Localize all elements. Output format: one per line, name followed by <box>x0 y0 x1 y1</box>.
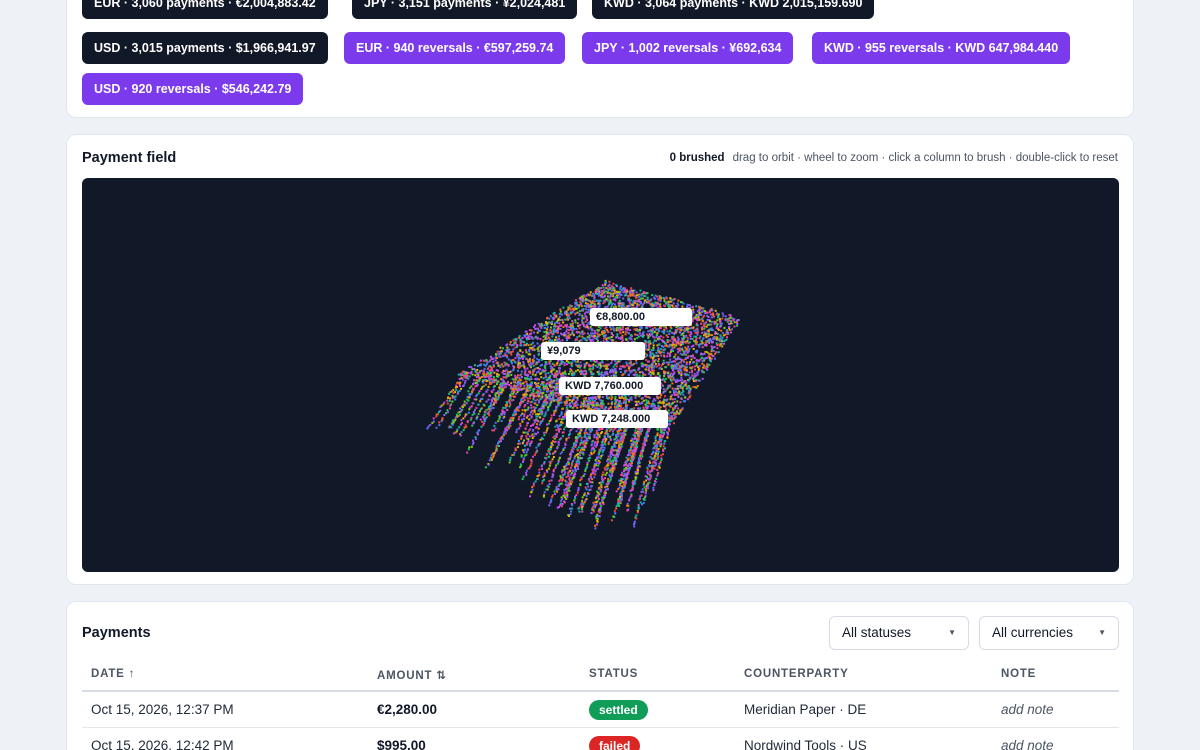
row-amount: $995.00 <box>377 738 426 750</box>
price-tag-kwd-1: KWD 7,760.000 <box>559 377 661 395</box>
chip-usd-payments[interactable]: USD · 3,015 payments · $1,966,941.97 <box>82 32 328 64</box>
add-note-link[interactable]: add note <box>1001 738 1054 750</box>
add-note-link[interactable]: add note <box>1001 702 1054 717</box>
payment-field-card: Payment field 0 brushed drag to orbit · w… <box>66 134 1134 585</box>
chip-eur-payments[interactable]: EUR · 3,060 payments · €2,004,883.42 <box>82 0 328 19</box>
price-tag-kwd-2: KWD 7,248.000 <box>566 410 668 428</box>
payment-field-title: Payment field <box>82 150 177 166</box>
row-counterparty: Meridian Paper · DE <box>744 702 867 717</box>
column-header-date[interactable]: DATE ↑ <box>91 668 135 680</box>
brushed-count: 0 brushed <box>669 152 725 164</box>
chevron-down-icon: ▼ <box>948 628 956 637</box>
currency-filter-select[interactable]: All currencies ▼ <box>979 616 1119 650</box>
point-cloud[interactable] <box>426 279 740 530</box>
column-header-counterparty: COUNTERPARTY <box>744 668 849 680</box>
column-header-status: STATUS <box>589 668 639 680</box>
field-meta: 0 brushed drag to orbit · wheel to zoom ·… <box>670 152 1118 164</box>
chip-kwd-payments[interactable]: KWD · 3,064 payments · KWD 2,015,159.690 <box>592 0 875 19</box>
chip-eur-reversals[interactable]: EUR · 940 reversals · €597,259.74 <box>344 32 566 64</box>
table-row[interactable]: Oct 15, 2026, 12:37 PM €2,280.00 settled… <box>82 692 1119 728</box>
row-date: Oct 15, 2026, 12:42 PM <box>91 738 234 750</box>
payments-card: Payments All statuses ▼ All currencies ▼… <box>66 601 1134 750</box>
column-header-amount[interactable]: AMOUNT ⇅ <box>377 668 447 682</box>
status-badge: failed <box>589 736 641 750</box>
row-date: Oct 15, 2026, 12:37 PM <box>91 702 234 717</box>
price-tag-jpy: ¥9,079 <box>541 342 645 360</box>
chip-kwd-reversals[interactable]: KWD · 955 reversals · KWD 647,984.440 <box>812 32 1071 64</box>
currency-filter-value: All currencies <box>992 625 1074 640</box>
payments-title: Payments <box>82 625 151 641</box>
table-row[interactable]: Oct 15, 2026, 12:42 PM $995.00 failed No… <box>82 728 1119 750</box>
chevron-down-icon: ▼ <box>1098 628 1106 637</box>
status-filter-value: All statuses <box>842 625 912 640</box>
status-badge: settled <box>589 700 648 720</box>
row-amount: €2,280.00 <box>377 702 438 717</box>
price-tag-eur: €8,800.00 <box>590 308 692 326</box>
payment-field-plot[interactable] <box>82 178 1119 572</box>
table-header: DATE ↑ AMOUNT ⇅ STATUS COUNTERPARTY NOTE <box>82 660 1119 692</box>
interaction-hint: drag to orbit · wheel to zoom · click a … <box>732 152 1118 164</box>
payment-field-canvas[interactable]: €8,800.00 ¥9,079 KWD 7,760.000 KWD 7,248… <box>82 178 1119 572</box>
chip-jpy-payments[interactable]: JPY · 3,151 payments · ¥2,024,481 <box>352 0 578 19</box>
row-counterparty: Nordwind Tools · US <box>744 738 867 750</box>
status-filter-select[interactable]: All statuses ▼ <box>829 616 969 650</box>
column-header-note: NOTE <box>1001 668 1037 680</box>
summary-card: EUR · 3,060 payments · €2,004,883.42 JPY… <box>66 0 1134 118</box>
chip-jpy-reversals[interactable]: JPY · 1,002 reversals · ¥692,634 <box>582 32 794 64</box>
chip-usd-reversals[interactable]: USD · 920 reversals · $546,242.79 <box>82 73 304 105</box>
